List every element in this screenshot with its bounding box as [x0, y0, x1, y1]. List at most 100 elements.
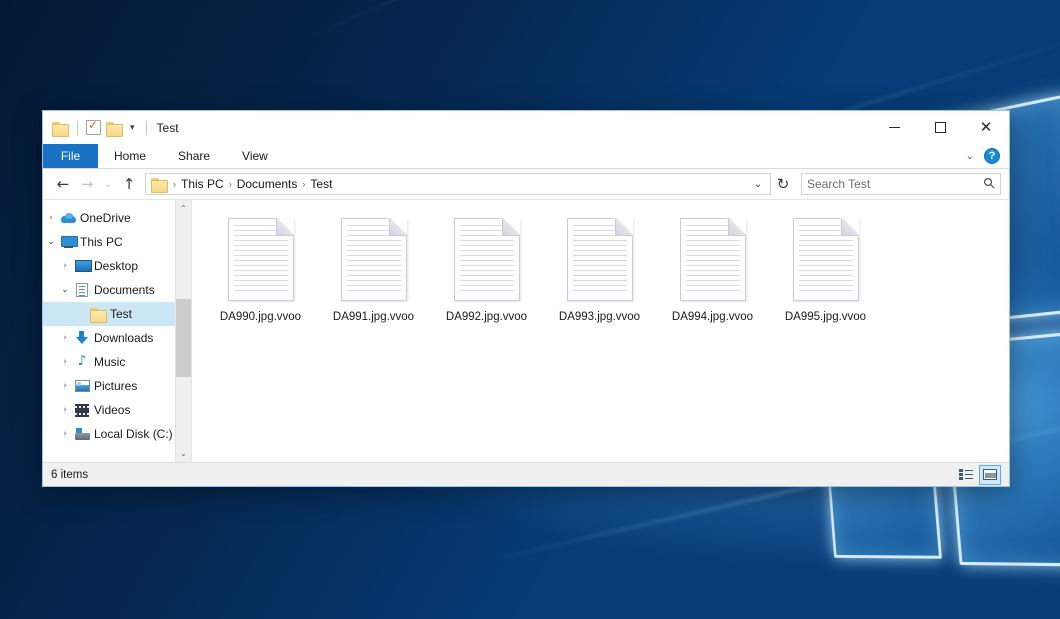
separator	[77, 121, 78, 135]
properties-checkbox-icon[interactable]	[86, 120, 101, 135]
sidebar-item-label: Documents	[94, 283, 155, 297]
chevron-right-icon[interactable]: ›	[57, 261, 73, 271]
breadcrumb-documents[interactable]: Documents	[234, 177, 301, 191]
back-button[interactable]: ←	[51, 172, 75, 196]
file-icon-container	[452, 216, 522, 303]
up-one-level-button[interactable]: ↑	[117, 172, 141, 196]
file-icon-container	[678, 216, 748, 303]
sidebar-scrollbar[interactable]: ⌃ ⌄	[175, 200, 191, 462]
explorer-body: › OneDrive ⌄ This PC ›Desktop ⌄ Documents Test ›…	[43, 199, 1009, 462]
computer-icon	[59, 236, 77, 248]
file-icon-container	[791, 216, 861, 303]
chevron-down-icon[interactable]: ⌄	[43, 237, 59, 247]
file-name-label: DA992.jpg.vvoo	[446, 310, 527, 324]
new-folder-icon[interactable]	[106, 121, 123, 135]
scroll-down-icon[interactable]: ⌄	[176, 445, 192, 462]
sidebar-item-label: Local Disk (C:)	[94, 427, 173, 441]
sidebar-item-label: Music	[94, 355, 125, 369]
file-name-label: DA990.jpg.vvoo	[220, 310, 301, 324]
minimize-button[interactable]	[871, 111, 917, 144]
file-item[interactable]: DA994.jpg.vvoo	[656, 214, 769, 336]
breadcrumb-separator: ›	[171, 179, 178, 189]
sidebar-item-music[interactable]: ›♪Music	[43, 350, 191, 374]
navigation-pane: › OneDrive ⌄ This PC ›Desktop ⌄ Documents Test ›…	[43, 200, 191, 462]
chevron-down-icon[interactable]: ▾	[128, 122, 137, 133]
ribbon-right-controls: ⌄ ?	[966, 144, 1009, 168]
large-icons-view-button[interactable]	[979, 465, 1001, 485]
chevron-right-icon[interactable]: ›	[43, 213, 59, 223]
sidebar-item-local-disk-c[interactable]: › Local Disk (C:)	[43, 422, 191, 446]
breadcrumb-separator: ›	[300, 179, 307, 189]
tab-home[interactable]: Home	[98, 144, 162, 168]
sidebar-item-pictures[interactable]: › Pictures	[43, 374, 191, 398]
file-item[interactable]: DA993.jpg.vvoo	[543, 214, 656, 336]
search-input[interactable]: Search Test	[807, 177, 870, 191]
documents-icon	[73, 283, 91, 297]
sidebar-item-onedrive[interactable]: › OneDrive	[43, 206, 191, 230]
chevron-right-icon[interactable]: ›	[57, 357, 73, 367]
file-item[interactable]: DA995.jpg.vvoo	[769, 214, 882, 336]
forward-button: →	[75, 172, 99, 196]
search-icon	[983, 177, 995, 192]
chevron-right-icon[interactable]: ›	[57, 333, 73, 343]
tab-file[interactable]: File	[43, 144, 98, 168]
ribbon-tab-strip: File Home Share View ⌄ ?	[43, 144, 1009, 169]
address-bar-controls: ⌄	[749, 174, 767, 194]
sidebar-item-label: This PC	[80, 235, 123, 249]
scroll-up-icon[interactable]: ⌃	[176, 200, 192, 217]
file-icon-container	[226, 216, 296, 303]
refresh-button[interactable]: ↻	[771, 172, 795, 196]
scrollbar-thumb[interactable]	[176, 299, 192, 377]
scrollbar-track[interactable]	[176, 217, 192, 445]
chevron-down-icon[interactable]: ⌄	[57, 285, 73, 295]
sidebar-item-label: Test	[110, 307, 132, 321]
separator	[146, 121, 147, 135]
address-history-chevron-icon[interactable]: ⌄	[749, 174, 767, 194]
sidebar-item-videos[interactable]: › Videos	[43, 398, 191, 422]
sidebar-item-test[interactable]: Test	[43, 302, 191, 326]
file-name-label: DA993.jpg.vvoo	[559, 310, 640, 324]
file-name-label: DA991.jpg.vvoo	[333, 310, 414, 324]
window-controls: ✕	[871, 111, 1009, 144]
folder-icon[interactable]	[52, 121, 69, 135]
generic-document-icon	[680, 218, 746, 301]
chevron-right-icon[interactable]: ›	[57, 429, 73, 439]
details-view-button[interactable]	[955, 465, 977, 485]
status-bar: 6 items	[43, 462, 1009, 486]
desktop-background: ▾ Test ✕ File Home Share View ⌄ ?	[0, 0, 1060, 619]
sidebar-item-documents[interactable]: ⌄ Documents	[43, 278, 191, 302]
details-view-icon	[959, 469, 973, 480]
help-icon[interactable]: ?	[984, 148, 1000, 164]
breadcrumb-separator: ›	[227, 179, 234, 189]
folder-icon	[151, 177, 168, 191]
search-box[interactable]: Search Test	[801, 173, 1001, 195]
window-title: Test	[157, 121, 179, 135]
tab-view[interactable]: View	[226, 144, 284, 168]
sidebar-item-desktop[interactable]: ›Desktop	[43, 254, 191, 278]
sidebar-item-downloads[interactable]: ›Downloads	[43, 326, 191, 350]
tab-share[interactable]: Share	[162, 144, 226, 168]
sidebar-item-label: Pictures	[94, 379, 137, 393]
sidebar-item-this-pc[interactable]: ⌄ This PC	[43, 230, 191, 254]
pictures-icon	[73, 380, 91, 392]
item-count-label: 6 items	[51, 469, 88, 481]
chevron-right-icon[interactable]: ›	[57, 405, 73, 415]
file-item[interactable]: DA990.jpg.vvoo	[204, 214, 317, 336]
sidebar-item-label: OneDrive	[80, 211, 131, 225]
generic-document-icon	[228, 218, 294, 301]
sidebar-item-label: Videos	[94, 403, 130, 417]
file-item[interactable]: DA991.jpg.vvoo	[317, 214, 430, 336]
recent-locations-button[interactable]: ⌄	[99, 172, 117, 196]
maximize-button[interactable]	[917, 111, 963, 144]
close-button[interactable]: ✕	[963, 111, 1009, 144]
folder-icon	[89, 308, 107, 321]
chevron-right-icon[interactable]: ›	[57, 381, 73, 391]
breadcrumb-this-pc[interactable]: This PC	[178, 177, 227, 191]
large-icons-view-icon	[983, 469, 997, 480]
file-list-pane[interactable]: DA990.jpg.vvoo DA991.jpg.vvoo DA992.jpg.vv…	[191, 200, 1009, 462]
address-bar[interactable]: › This PC › Documents › Test ⌄	[145, 173, 771, 195]
folder-tree: › OneDrive ⌄ This PC ›Desktop ⌄ Documents Test ›…	[43, 206, 191, 446]
file-item[interactable]: DA992.jpg.vvoo	[430, 214, 543, 336]
expand-ribbon-chevron-icon[interactable]: ⌄	[966, 151, 974, 162]
breadcrumb-test[interactable]: Test	[307, 177, 335, 191]
